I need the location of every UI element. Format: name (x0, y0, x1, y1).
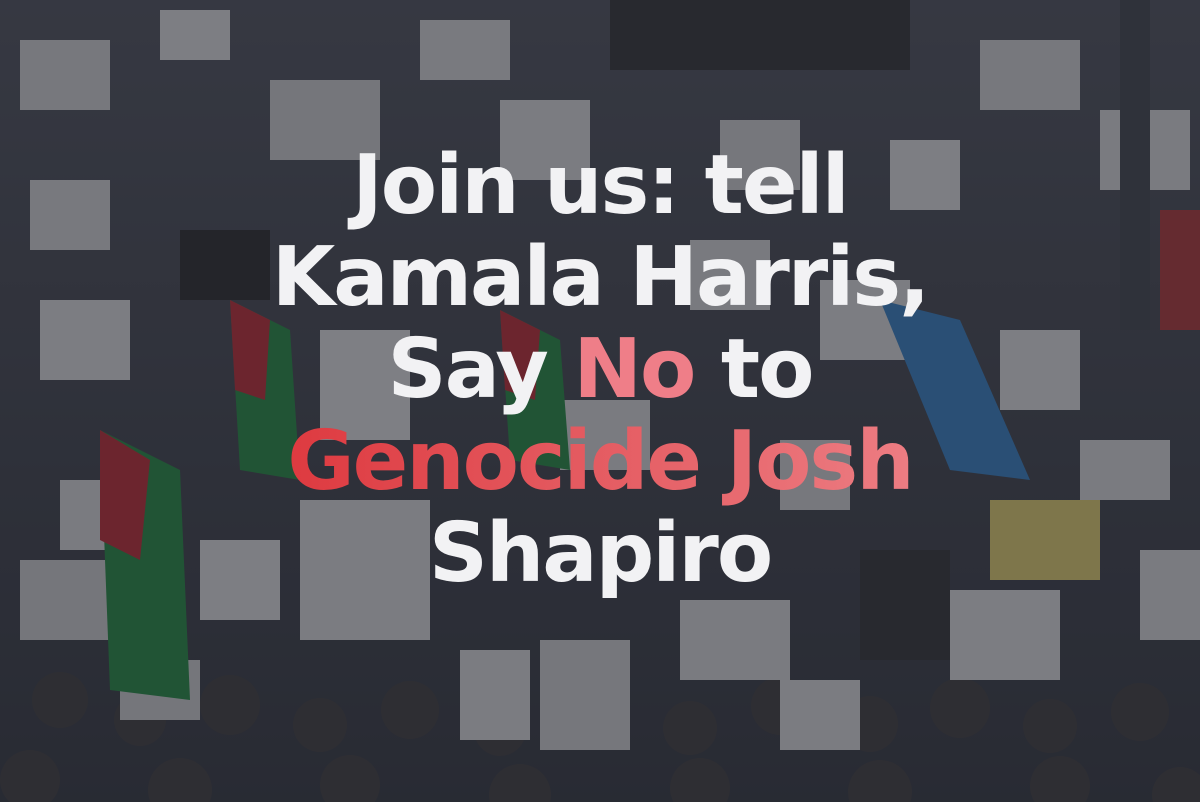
headline-line-4-gradient: Genocide Josh (0, 416, 1200, 508)
headline-line-3: Say No to (0, 324, 1200, 416)
headline-line-5: Shapiro (428, 506, 773, 601)
headline-to: to (694, 322, 815, 417)
headline-no-highlight: No (573, 322, 696, 417)
headline-say: Say (387, 322, 574, 417)
headline-line-1: Join us: tell (352, 138, 849, 233)
headline: Join us: tell Kamala Harris, Say No to G… (0, 140, 1200, 600)
headline-line-2: Kamala Harris, (271, 230, 931, 325)
